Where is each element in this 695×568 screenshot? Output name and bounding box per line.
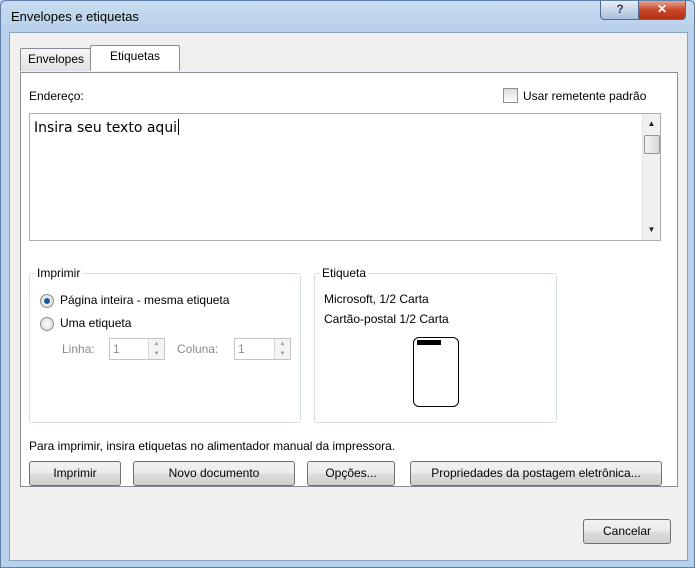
- tab-envelopes-label: Envelopes: [27, 52, 85, 66]
- epostage-button-label: Propriedades da postagem eletrônica...: [431, 466, 641, 480]
- scroll-thumb[interactable]: [644, 135, 660, 154]
- row-spin-up-icon[interactable]: ▲: [149, 339, 164, 349]
- full-page-radio[interactable]: [40, 294, 54, 308]
- label-group-title: Etiqueta: [320, 266, 369, 280]
- address-text: Insira seu texto aqui: [34, 119, 180, 136]
- row-label: Linha:: [62, 342, 95, 356]
- text-caret: [178, 119, 180, 135]
- label-preview-bar: [417, 340, 441, 345]
- column-value: 1: [238, 342, 245, 356]
- tab-etiquetas-label: Etiquetas: [109, 49, 161, 63]
- tab-envelopes[interactable]: Envelopes: [20, 48, 92, 71]
- address-label: Endereço:: [29, 89, 84, 103]
- address-scrollbar[interactable]: ▲ ▼: [642, 114, 660, 240]
- instruction-text: Para imprimir, insira etiquetas no alime…: [29, 439, 396, 453]
- labels-tab-panel: Endereço: Usar remetente padrão Insira s…: [20, 72, 678, 487]
- row-spin-down-icon[interactable]: ▼: [149, 349, 164, 359]
- column-spinner[interactable]: 1 ▲ ▼: [234, 338, 291, 360]
- address-text-value: Insira seu texto aqui: [34, 120, 178, 136]
- print-group-title: Imprimir: [35, 266, 83, 280]
- column-spin-down-icon[interactable]: ▼: [275, 349, 290, 359]
- cancel-button[interactable]: Cancelar: [583, 519, 671, 544]
- dialog-client: Envelopes Etiquetas Endereço: Usar remet…: [9, 32, 688, 561]
- window-title: Envelopes e etiquetas: [11, 9, 139, 24]
- print-button[interactable]: Imprimir: [29, 461, 121, 486]
- tab-etiquetas[interactable]: Etiquetas: [90, 45, 180, 71]
- scroll-up-icon[interactable]: ▲: [643, 116, 660, 132]
- row-value: 1: [113, 342, 120, 356]
- single-label-label[interactable]: Uma etiqueta: [60, 316, 131, 330]
- use-return-address-checkbox[interactable]: [503, 88, 518, 103]
- scroll-down-icon[interactable]: ▼: [643, 222, 660, 238]
- new-document-button[interactable]: Novo documento: [133, 461, 295, 486]
- label-product-text: Cartão-postal 1/2 Carta: [324, 312, 449, 326]
- options-button-label: Opções...: [325, 466, 377, 480]
- single-label-radio[interactable]: [40, 317, 54, 331]
- full-page-label[interactable]: Página inteira - mesma etiqueta: [60, 293, 229, 307]
- label-vendor-text: Microsoft, 1/2 Carta: [324, 292, 429, 306]
- epostage-properties-button[interactable]: Propriedades da postagem eletrônica...: [410, 461, 662, 486]
- address-textarea[interactable]: Insira seu texto aqui ▲ ▼: [29, 113, 661, 241]
- close-icon: ✕: [656, 2, 668, 16]
- print-button-label: Imprimir: [53, 466, 97, 480]
- close-button[interactable]: ✕: [638, 1, 686, 20]
- cancel-button-label: Cancelar: [602, 524, 652, 538]
- use-return-address-label[interactable]: Usar remetente padrão: [523, 89, 646, 103]
- column-label: Coluna:: [177, 342, 219, 356]
- options-button[interactable]: Opções...: [307, 461, 395, 486]
- title-bar[interactable]: Envelopes e etiquetas ? ✕: [1, 1, 694, 33]
- new-document-button-label: Novo documento: [168, 466, 260, 480]
- dialog-window: Envelopes e etiquetas ? ✕ Envelopes Etiq…: [0, 0, 695, 568]
- column-spin-up-icon[interactable]: ▲: [275, 339, 290, 349]
- help-icon: ?: [616, 2, 624, 16]
- row-spinner[interactable]: 1 ▲ ▼: [109, 338, 165, 360]
- help-button[interactable]: ?: [600, 1, 640, 20]
- label-preview-image[interactable]: [413, 337, 459, 407]
- print-groupbox: Imprimir Página inteira - mesma etiqueta…: [29, 266, 301, 423]
